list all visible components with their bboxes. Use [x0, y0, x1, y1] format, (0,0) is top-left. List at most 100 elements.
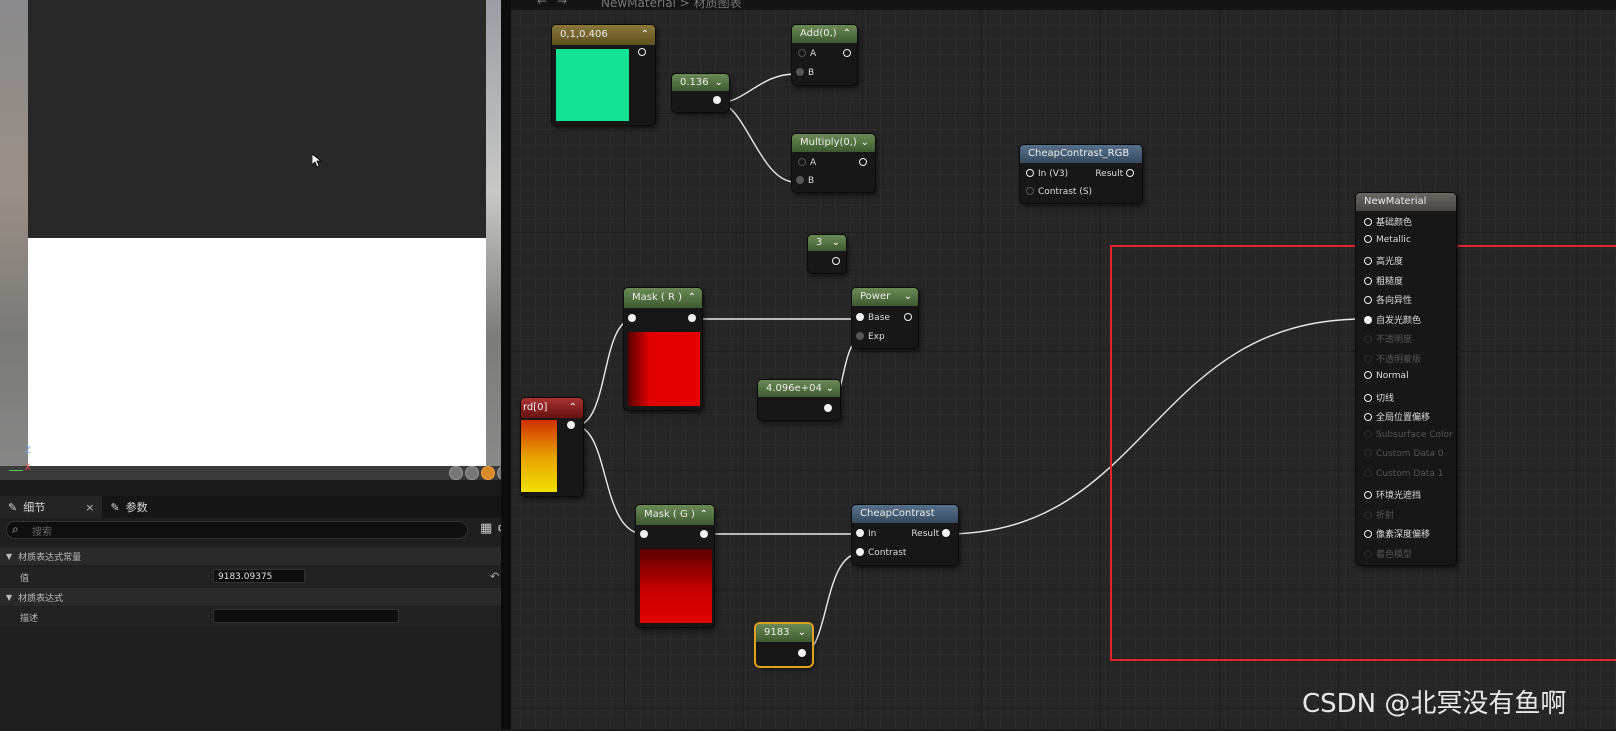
input-pin-b[interactable]: B — [796, 68, 814, 78]
input-pin[interactable] — [628, 314, 640, 324]
chevron-up-icon: ⌃ — [568, 402, 577, 413]
material-input-pin[interactable]: 着色模型 — [1364, 547, 1412, 560]
node-cheapcontrast-rgb[interactable]: CheapContrast_RGB In (V3) Result Contras… — [1020, 145, 1142, 203]
material-input-pin[interactable]: Subsurface Color — [1364, 429, 1453, 440]
pin-icon — [1364, 296, 1372, 304]
pin-icon — [1364, 449, 1372, 457]
output-pin[interactable] — [798, 649, 810, 659]
chevron-down-icon: ⌄ — [860, 137, 869, 148]
material-input-pin[interactable]: 不透明度 — [1364, 332, 1412, 345]
wire-texcoord-maskg — [574, 425, 645, 535]
chevron-down-icon: ⌄ — [831, 237, 840, 248]
output-pin[interactable] — [700, 530, 712, 540]
output-pin[interactable] — [567, 421, 579, 431]
pin-icon — [1364, 315, 1372, 324]
chevron-up-icon: ⌃ — [640, 29, 649, 40]
node-mask-g[interactable]: Mask ( G ) ⌃ — [636, 505, 714, 627]
node-title: Add(0,) ⌃ — [792, 25, 857, 43]
node-title: 3 ⌄ — [808, 235, 846, 251]
node-title: Multiply(0,) ⌄ — [792, 134, 875, 152]
input-pin-contrast[interactable]: Contrast (S) — [1026, 187, 1092, 197]
material-pin-label: 各向异性 — [1376, 296, 1413, 306]
output-pin[interactable] — [638, 48, 650, 58]
pin-icon — [1364, 393, 1372, 402]
node-title: 9183 ⌄ — [756, 624, 812, 642]
node-constant-9183[interactable]: 9183 ⌄ — [756, 624, 812, 666]
pin-icon — [1364, 530, 1372, 538]
material-pin-label: 着色模型 — [1376, 549, 1413, 560]
material-pin-label: Subsurface Color — [1376, 429, 1453, 440]
output-pin[interactable] — [859, 158, 871, 168]
input-pin-a[interactable]: A — [798, 158, 816, 168]
node-title: Mask ( G ) ⌃ — [636, 505, 714, 525]
material-input-pin[interactable]: 全局位置偏移 — [1364, 410, 1430, 423]
output-pin[interactable] — [832, 257, 844, 267]
chevron-up-icon: ⌃ — [842, 28, 851, 39]
node-title: Power ⌄ — [852, 288, 918, 306]
material-input-pin[interactable]: 折射 — [1364, 508, 1394, 521]
pin-icon — [1364, 491, 1372, 499]
node-title: NewMaterial — [1356, 193, 1456, 211]
node-cheapcontrast[interactable]: CheapContrast In Result Contrast — [852, 505, 958, 565]
material-input-pin[interactable]: 不透明蒙版 — [1364, 352, 1421, 365]
material-input-pin[interactable]: Custom Data 1 — [1364, 468, 1444, 479]
output-pin[interactable] — [843, 49, 855, 59]
material-pin-label: 切线 — [1376, 393, 1395, 404]
pin-icon — [1364, 257, 1372, 265]
node-power[interactable]: Power ⌄ Base Exp — [852, 288, 918, 348]
node-add[interactable]: Add(0,) ⌃ A B — [792, 25, 857, 85]
material-input-pin[interactable]: 切线 — [1364, 391, 1394, 404]
node-multiply[interactable]: Multiply(0,) ⌄ A B — [792, 134, 875, 192]
input-pin-in[interactable]: In (V3) — [1026, 169, 1068, 179]
output-pin[interactable] — [824, 404, 836, 414]
material-input-pin[interactable]: 粗糙度 — [1364, 274, 1403, 287]
input-pin-in[interactable]: In — [856, 529, 876, 539]
node-mask-r[interactable]: Mask ( R ) ⌃ — [624, 288, 702, 410]
output-pin[interactable] — [688, 314, 700, 324]
node-title: 0,1,0.406 ⌃ — [552, 25, 655, 45]
chevron-down-icon: ⌄ — [825, 383, 834, 394]
material-input-pin[interactable]: 高光度 — [1364, 254, 1403, 267]
chevron-down-icon: ⌄ — [903, 291, 912, 302]
mask-g-preview-swatch — [640, 549, 712, 623]
material-input-pin[interactable]: 像素深度偏移 — [1364, 527, 1430, 540]
material-pin-label: Normal — [1376, 371, 1409, 381]
watermark-text: CSDN @北冥没有鱼啊 — [1302, 689, 1567, 719]
node-vector-constant[interactable]: 0,1,0.406 ⌃ — [552, 25, 655, 125]
node-constant-0136[interactable]: 0.136 ⌄ — [672, 74, 729, 112]
wire-0136-multiply — [717, 102, 796, 183]
output-pin[interactable] — [904, 313, 916, 323]
material-pin-label: Custom Data 0 — [1376, 449, 1444, 459]
input-pin-contrast[interactable]: Contrast — [856, 548, 906, 558]
input-pin-b[interactable]: B — [796, 176, 814, 186]
material-input-pin[interactable]: Metallic — [1364, 234, 1411, 245]
material-pin-label: Metallic — [1376, 234, 1411, 245]
input-pin-exp[interactable]: Exp — [856, 332, 885, 342]
material-input-pin[interactable]: 自发光颜色 — [1364, 313, 1421, 326]
output-pin-result[interactable]: Result — [1095, 169, 1138, 179]
output-pin[interactable] — [713, 96, 725, 106]
node-material-result[interactable]: NewMaterial 基础颜色 Metallic 高光度粗糙度各向异性自发光颜色不… — [1356, 193, 1456, 565]
material-input-pin[interactable]: Custom Data 0 — [1364, 449, 1443, 459]
material-pin-label: 粗糙度 — [1376, 276, 1404, 287]
node-constant-4096e04[interactable]: 4.096e+04 ⌄ — [758, 380, 840, 420]
material-input-pin[interactable]: Normal — [1364, 371, 1409, 381]
pin-icon — [1364, 218, 1372, 226]
pin-icon — [1364, 510, 1372, 519]
node-title: 4.096e+04 ⌄ — [758, 380, 840, 397]
material-pin-label: Custom Data 1 — [1376, 468, 1444, 479]
material-pin-label: 自发光颜色 — [1376, 315, 1422, 326]
input-pin-a[interactable]: A — [798, 49, 816, 59]
node-constant-3[interactable]: 3 ⌄ — [808, 235, 846, 273]
input-pin-base[interactable]: Base — [856, 313, 890, 323]
material-pin-label: 不透明度 — [1376, 335, 1413, 345]
input-pin[interactable] — [640, 530, 652, 540]
output-pin-result[interactable]: Result — [911, 529, 954, 539]
material-pin-label: 像素深度偏移 — [1376, 530, 1431, 540]
material-input-pin[interactable]: 各向异性 — [1364, 293, 1412, 306]
mask-r-preview-swatch — [628, 332, 700, 406]
material-input-pin[interactable]: 基础颜色 — [1364, 215, 1412, 228]
material-input-pin[interactable]: 环境光遮挡 — [1364, 488, 1421, 501]
node-texcoord[interactable]: rd[0] ⌃ — [521, 398, 583, 496]
material-pin-label: 环境光遮挡 — [1376, 491, 1422, 501]
